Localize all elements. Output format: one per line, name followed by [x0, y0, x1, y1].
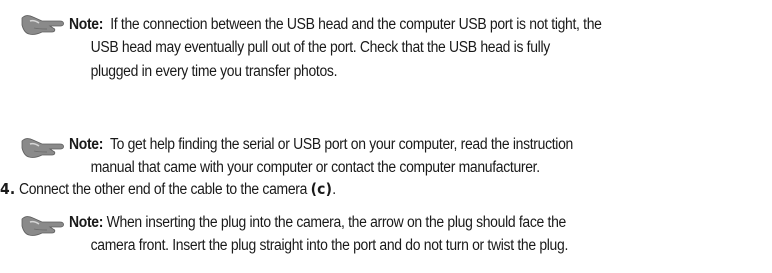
- pointing-hand-icon: [21, 138, 64, 158]
- step-end: .: [332, 181, 336, 198]
- step-text: Connect the other end of the cable to th…: [18, 181, 308, 198]
- note-text-line: camera front. Insert the plug straight i…: [90, 237, 569, 254]
- note-label: Note:: [69, 214, 104, 231]
- note-text-line: To get help finding the serial or USB po…: [109, 136, 573, 153]
- pointing-hand-icon: [21, 216, 64, 236]
- pointing-hand-icon: [21, 15, 64, 35]
- note-text-line: plugged in every time you transfer photo…: [90, 63, 338, 80]
- step-number: 4.: [0, 180, 16, 198]
- note-label: Note:: [69, 16, 104, 33]
- step-4: 4. Connect the other end of the cable to…: [0, 178, 336, 201]
- note-text-line: When inserting the plug into the camera,…: [106, 214, 567, 231]
- step-reference: (c): [310, 180, 333, 198]
- note-label: Note:: [69, 136, 104, 153]
- note-text-line: manual that came with your computer or c…: [90, 159, 541, 176]
- note-text-line: If the connection between the USB head a…: [110, 16, 602, 33]
- note-text-line: USB head may eventually pull out of the …: [90, 39, 551, 56]
